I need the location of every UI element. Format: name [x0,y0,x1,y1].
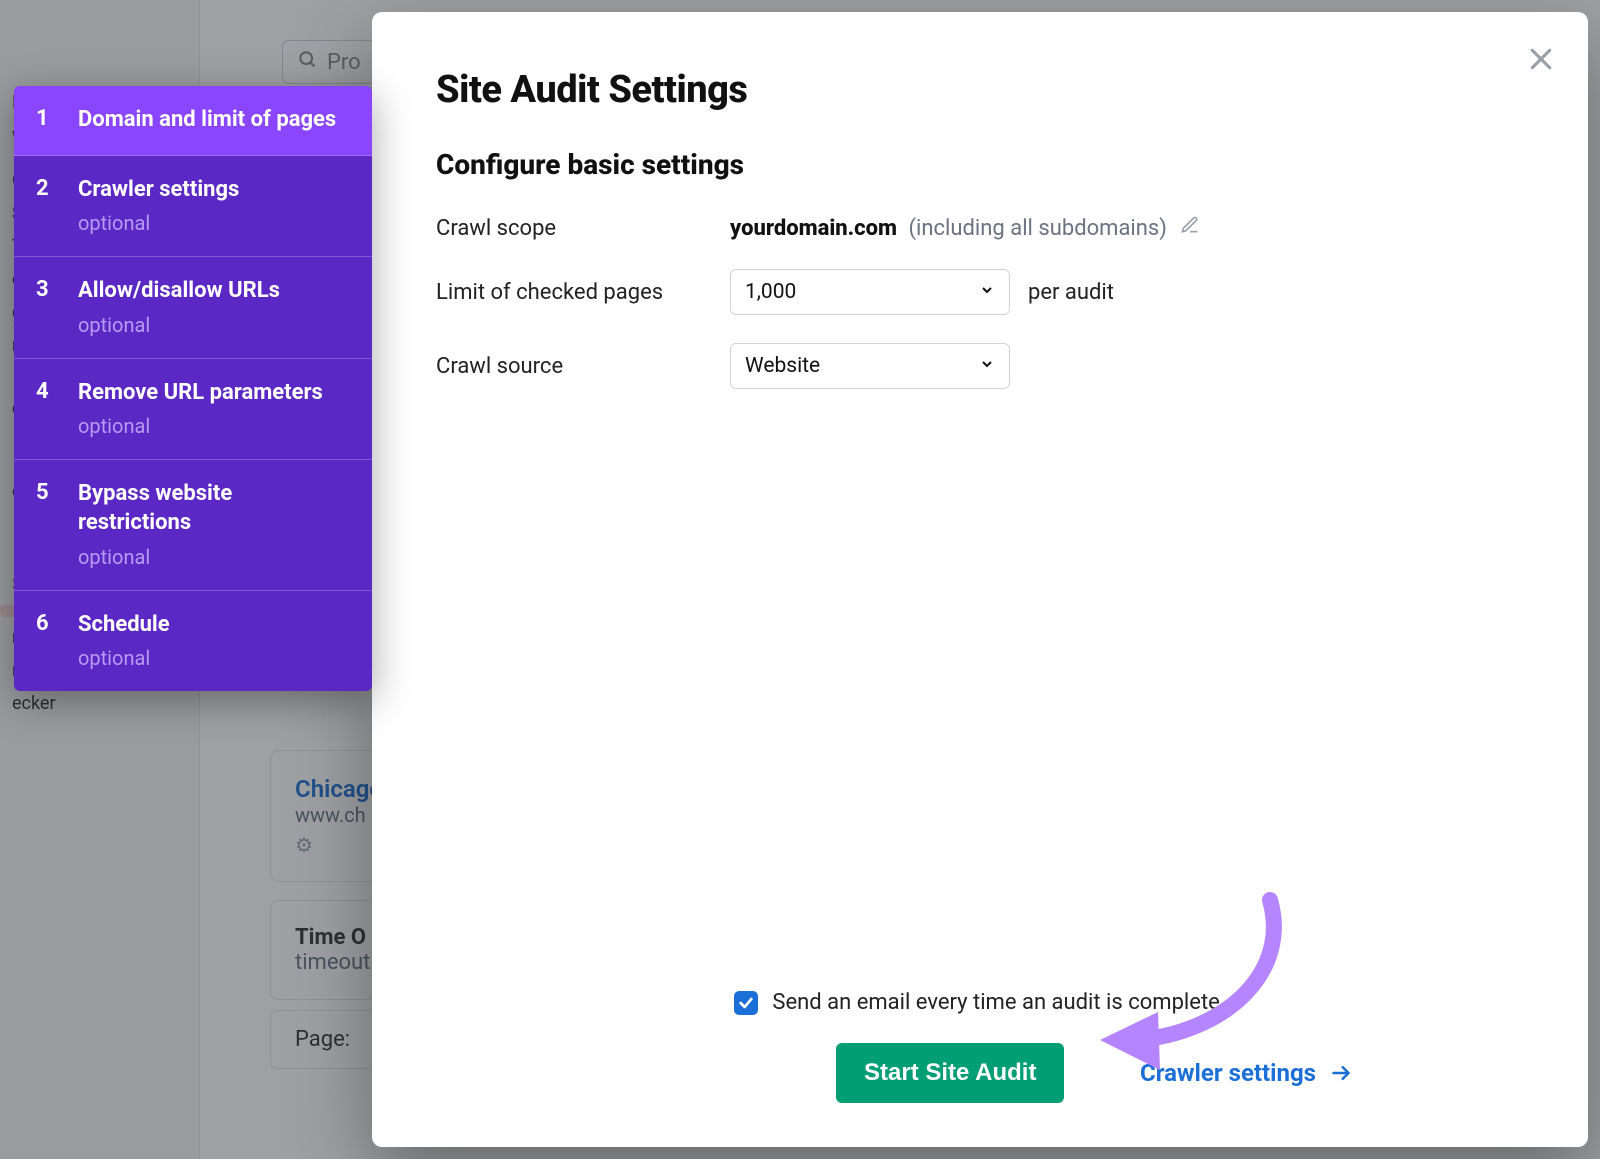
start-site-audit-button[interactable]: Start Site Audit [836,1043,1064,1103]
limit-label: Limit of checked pages [436,280,712,305]
wizard-step-optional: optional [78,544,350,570]
source-select[interactable]: Website [730,343,1010,389]
wizard-step-6[interactable]: 6 Schedule optional [14,591,372,692]
edit-icon[interactable] [1180,215,1200,235]
wizard-step-number: 3 [36,277,54,302]
wizard-step-optional: optional [78,645,170,671]
wizard-step-number: 6 [36,611,54,636]
wizard-steps-panel: 1 Domain and limit of pages 2 Crawler se… [14,86,372,691]
wizard-step-title: Schedule [78,611,170,640]
wizard-step-3[interactable]: 3 Allow/disallow URLs optional [14,257,372,359]
limit-select-value: 1,000 [745,280,796,304]
crawl-scope-domain: yourdomain.com [730,216,897,241]
wizard-step-title: Bypass website restrictions [78,480,350,537]
email-notify-row: Send an email every time an audit is com… [436,990,1524,1015]
limit-row: Limit of checked pages 1,000 per audit [436,269,1524,315]
crawl-scope-row: Crawl scope yourdomain.com (including al… [436,215,1524,241]
wizard-step-4[interactable]: 4 Remove URL parameters optional [14,359,372,461]
wizard-step-1[interactable]: 1 Domain and limit of pages [14,86,372,156]
limit-select[interactable]: 1,000 [730,269,1010,315]
crawl-scope-hint: (including all subdomains) [909,216,1167,241]
chevron-down-icon [979,280,995,304]
close-icon[interactable] [1526,44,1556,78]
limit-suffix: per audit [1028,280,1114,305]
source-select-value: Website [745,354,820,378]
email-checkbox[interactable] [734,991,758,1015]
wizard-step-optional: optional [78,413,323,439]
crawler-settings-link-label: Crawler settings [1140,1059,1316,1087]
modal-footer: Send an email every time an audit is com… [436,990,1524,1103]
arrow-right-icon [1328,1063,1354,1083]
wizard-step-number: 1 [36,106,54,131]
chevron-down-icon [979,354,995,378]
wizard-step-title: Remove URL parameters [78,379,323,408]
wizard-step-number: 2 [36,176,54,201]
wizard-step-number: 5 [36,480,54,505]
email-checkbox-label: Send an email every time an audit is com… [772,990,1225,1015]
site-audit-settings-modal: Site Audit Settings Configure basic sett… [372,12,1588,1147]
wizard-step-optional: optional [78,312,280,338]
wizard-step-optional: optional [78,210,239,236]
wizard-step-number: 4 [36,379,54,404]
wizard-step-title: Crawler settings [78,176,239,205]
crawl-scope-label: Crawl scope [436,216,712,241]
crawler-settings-link[interactable]: Crawler settings [1140,1059,1354,1087]
source-row: Crawl source Website [436,343,1524,389]
source-label: Crawl source [436,354,712,379]
wizard-step-2[interactable]: 2 Crawler settings optional [14,156,372,258]
crawl-scope-value: yourdomain.com (including all subdomains… [730,215,1200,241]
modal-title: Site Audit Settings [436,68,1524,112]
wizard-step-5[interactable]: 5 Bypass website restrictions optional [14,460,372,590]
wizard-step-title: Allow/disallow URLs [78,277,280,306]
modal-subtitle: Configure basic settings [436,148,1524,181]
wizard-step-title: Domain and limit of pages [78,106,336,135]
